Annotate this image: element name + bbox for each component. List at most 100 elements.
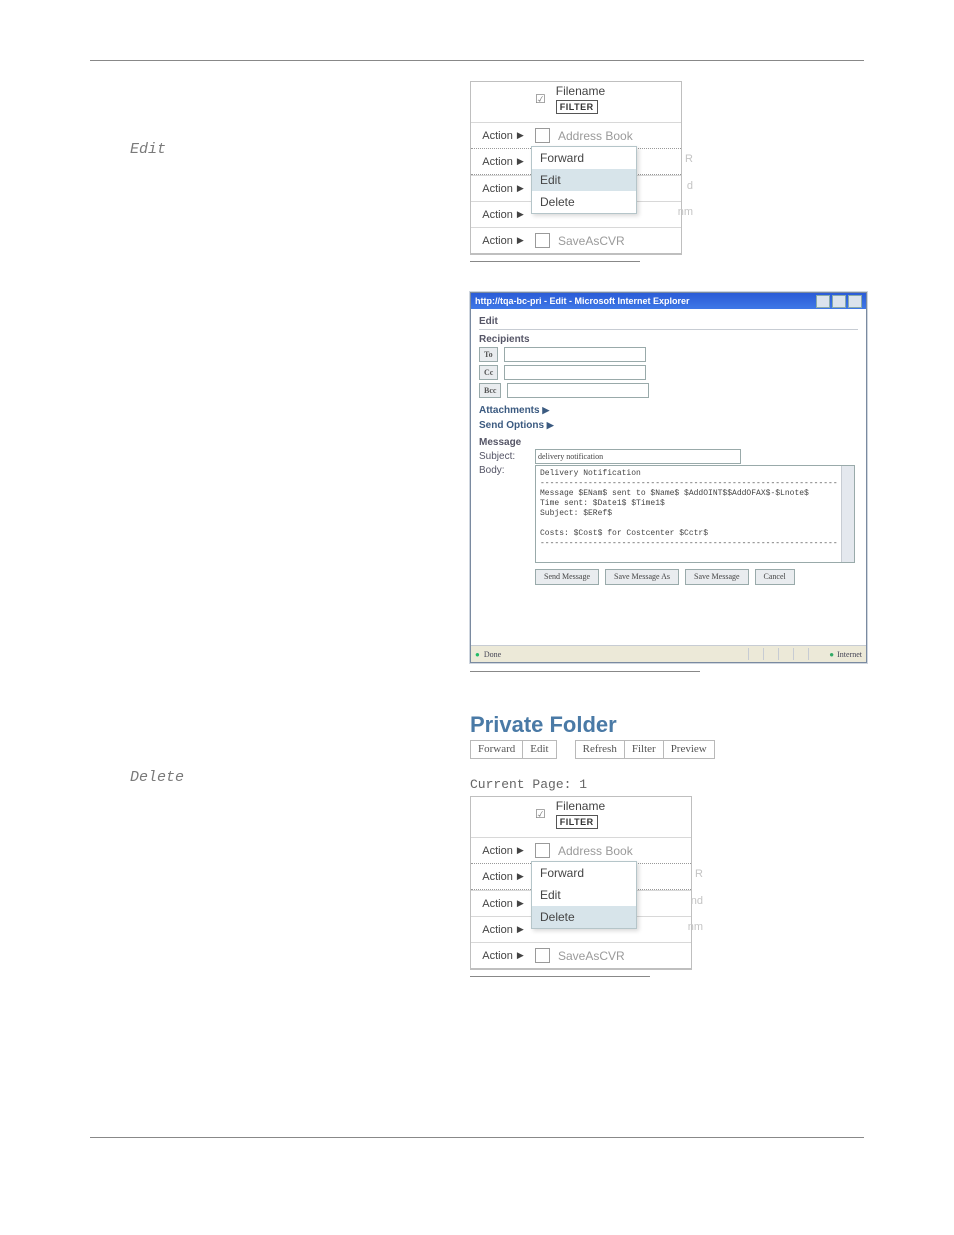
chevron-right-icon: ▶ bbox=[517, 235, 524, 246]
action-label: Action bbox=[482, 156, 513, 168]
bottom-rule bbox=[90, 1137, 864, 1138]
action-label: Action bbox=[482, 898, 513, 910]
attachments-toggle[interactable]: Attachments ▶ bbox=[479, 405, 858, 416]
action-label: Action bbox=[482, 183, 513, 195]
send-button[interactable]: Send Message bbox=[535, 569, 599, 585]
cc-button[interactable]: Cc bbox=[479, 365, 498, 380]
tb-edit[interactable]: Edit bbox=[523, 740, 556, 759]
private-folder-title: Private Folder bbox=[470, 712, 867, 738]
ghost-text: d bbox=[687, 180, 693, 192]
caption-underline-2 bbox=[470, 671, 700, 672]
col-filename: Filename bbox=[556, 84, 605, 98]
chevron-right-icon: ▶ bbox=[547, 420, 554, 430]
tb-preview[interactable]: Preview bbox=[664, 740, 715, 759]
popout-delete[interactable]: Delete bbox=[532, 191, 636, 213]
action-cell[interactable]: Action ▶ bbox=[471, 845, 535, 857]
sendoptions-toggle[interactable]: Send Options ▶ bbox=[479, 420, 858, 431]
done-icon: ● bbox=[475, 650, 480, 659]
tb-filter[interactable]: Filter bbox=[625, 740, 664, 759]
row-address-book[interactable]: Action ▶ Address Book bbox=[471, 837, 691, 863]
popout-forward[interactable]: Forward bbox=[532, 147, 636, 169]
action-label: Action bbox=[482, 209, 513, 221]
top-rule bbox=[90, 60, 864, 61]
max-icon[interactable] bbox=[832, 295, 846, 308]
save-button[interactable]: Save Message bbox=[685, 569, 749, 585]
recipients-label: Recipients bbox=[479, 334, 858, 345]
ie-statusbar: ● Done ● Internet bbox=[471, 645, 866, 662]
filter-badge[interactable]: FILTER bbox=[556, 815, 598, 829]
checkall-icon[interactable]: ☑ bbox=[535, 807, 546, 821]
action-cell-hover[interactable]: Action ▶ bbox=[471, 156, 535, 168]
popout-delete[interactable]: Delete bbox=[532, 906, 636, 928]
chevron-right-icon: ▶ bbox=[517, 156, 524, 167]
row-checkbox[interactable] bbox=[535, 948, 550, 963]
cc-input[interactable] bbox=[504, 365, 646, 380]
left-label-delete: Delete bbox=[90, 759, 470, 786]
to-button[interactable]: To bbox=[479, 347, 498, 362]
action-label: Action bbox=[482, 950, 513, 962]
internet-icon: ● bbox=[829, 650, 834, 659]
save-as-button[interactable]: Save Message As bbox=[605, 569, 679, 585]
min-icon[interactable] bbox=[816, 295, 830, 308]
action-cell[interactable]: Action ▶ bbox=[471, 183, 535, 195]
status-zone: Internet bbox=[837, 650, 862, 659]
ghost-text: R bbox=[685, 153, 693, 165]
action-label: Action bbox=[482, 130, 513, 142]
row-checkbox[interactable] bbox=[535, 843, 550, 858]
popout-forward[interactable]: Forward bbox=[532, 862, 636, 884]
message-head: Message bbox=[479, 437, 858, 448]
ghost-text: R bbox=[695, 868, 703, 880]
section-delete: Delete Current Page: 1 ☑ Filename FILTER bbox=[90, 759, 864, 977]
figure-action-menu-edit: ☑ Filename FILTER Action ▶ Address Book bbox=[470, 81, 867, 759]
ghost-text: nd bbox=[691, 895, 703, 907]
action-cell[interactable]: Action ▶ bbox=[471, 130, 535, 142]
action-label: Action bbox=[482, 845, 513, 857]
mini-screenshot-delete: ☑ Filename FILTER Action ▶ Address Book bbox=[470, 796, 692, 970]
row-text-address-book: Address Book bbox=[558, 844, 633, 858]
mini-header-row: ☑ Filename FILTER bbox=[471, 82, 681, 122]
tb-forward[interactable]: Forward bbox=[470, 740, 523, 759]
left-label-edit: Edit bbox=[90, 81, 470, 158]
ghost-text: nm bbox=[688, 921, 703, 933]
close-icon[interactable] bbox=[848, 295, 862, 308]
mini-screenshot-edit: ☑ Filename FILTER Action ▶ Address Book bbox=[470, 81, 682, 255]
action-label: Action bbox=[482, 235, 513, 247]
sendoptions-label: Send Options bbox=[479, 420, 544, 431]
tb-refresh[interactable]: Refresh bbox=[575, 740, 625, 759]
ie-titlebar: http://tqa-bc-pri - Edit - Microsoft Int… bbox=[471, 293, 866, 309]
toolbar: Forward Edit Refresh Filter Preview bbox=[470, 740, 867, 759]
row-address-book[interactable]: Action ▶ Address Book bbox=[471, 122, 681, 148]
chevron-right-icon: ▶ bbox=[517, 950, 524, 961]
action-cell[interactable]: Action ▶ bbox=[471, 235, 535, 247]
chevron-right-icon: ▶ bbox=[517, 871, 524, 882]
action-label: Action bbox=[482, 924, 513, 936]
row-saveascvr[interactable]: Action ▶ SaveAsCVR bbox=[471, 227, 681, 253]
chevron-right-icon: ▶ bbox=[517, 845, 524, 856]
row-text-saveascvr: SaveAsCVR bbox=[558, 949, 625, 963]
current-page: Current Page: 1 bbox=[470, 777, 864, 792]
bcc-button[interactable]: Bcc bbox=[479, 383, 501, 398]
mini-header-row: ☑ Filename FILTER bbox=[471, 797, 691, 837]
row-checkbox[interactable] bbox=[535, 128, 550, 143]
row-text-address-book: Address Book bbox=[558, 129, 633, 143]
ie-window-edit: http://tqa-bc-pri - Edit - Microsoft Int… bbox=[470, 292, 867, 663]
chevron-right-icon: ▶ bbox=[517, 898, 524, 909]
status-done: Done bbox=[484, 650, 501, 659]
chevron-right-icon: ▶ bbox=[517, 130, 524, 141]
popout-edit[interactable]: Edit bbox=[532, 884, 636, 906]
cancel-button[interactable]: Cancel bbox=[755, 569, 795, 585]
popout-edit[interactable]: Edit bbox=[532, 169, 636, 191]
body-textarea[interactable]: Delivery Notification ------------------… bbox=[535, 465, 855, 563]
checkall-icon[interactable]: ☑ bbox=[535, 92, 546, 106]
filter-badge[interactable]: FILTER bbox=[556, 100, 598, 114]
to-input[interactable] bbox=[504, 347, 646, 362]
row-checkbox[interactable] bbox=[535, 233, 550, 248]
body-label: Body: bbox=[479, 465, 529, 476]
action-label: Action bbox=[482, 871, 513, 883]
popout-menu: Forward Edit Delete bbox=[531, 861, 637, 929]
subject-input[interactable]: delivery notification bbox=[535, 449, 741, 464]
row-saveascvr[interactable]: Action ▶ SaveAsCVR bbox=[471, 942, 691, 968]
action-cell[interactable]: Action ▶ bbox=[471, 209, 535, 221]
bcc-input[interactable] bbox=[507, 383, 649, 398]
figure-action-menu-delete: Current Page: 1 ☑ Filename FILTER Action… bbox=[470, 759, 864, 977]
